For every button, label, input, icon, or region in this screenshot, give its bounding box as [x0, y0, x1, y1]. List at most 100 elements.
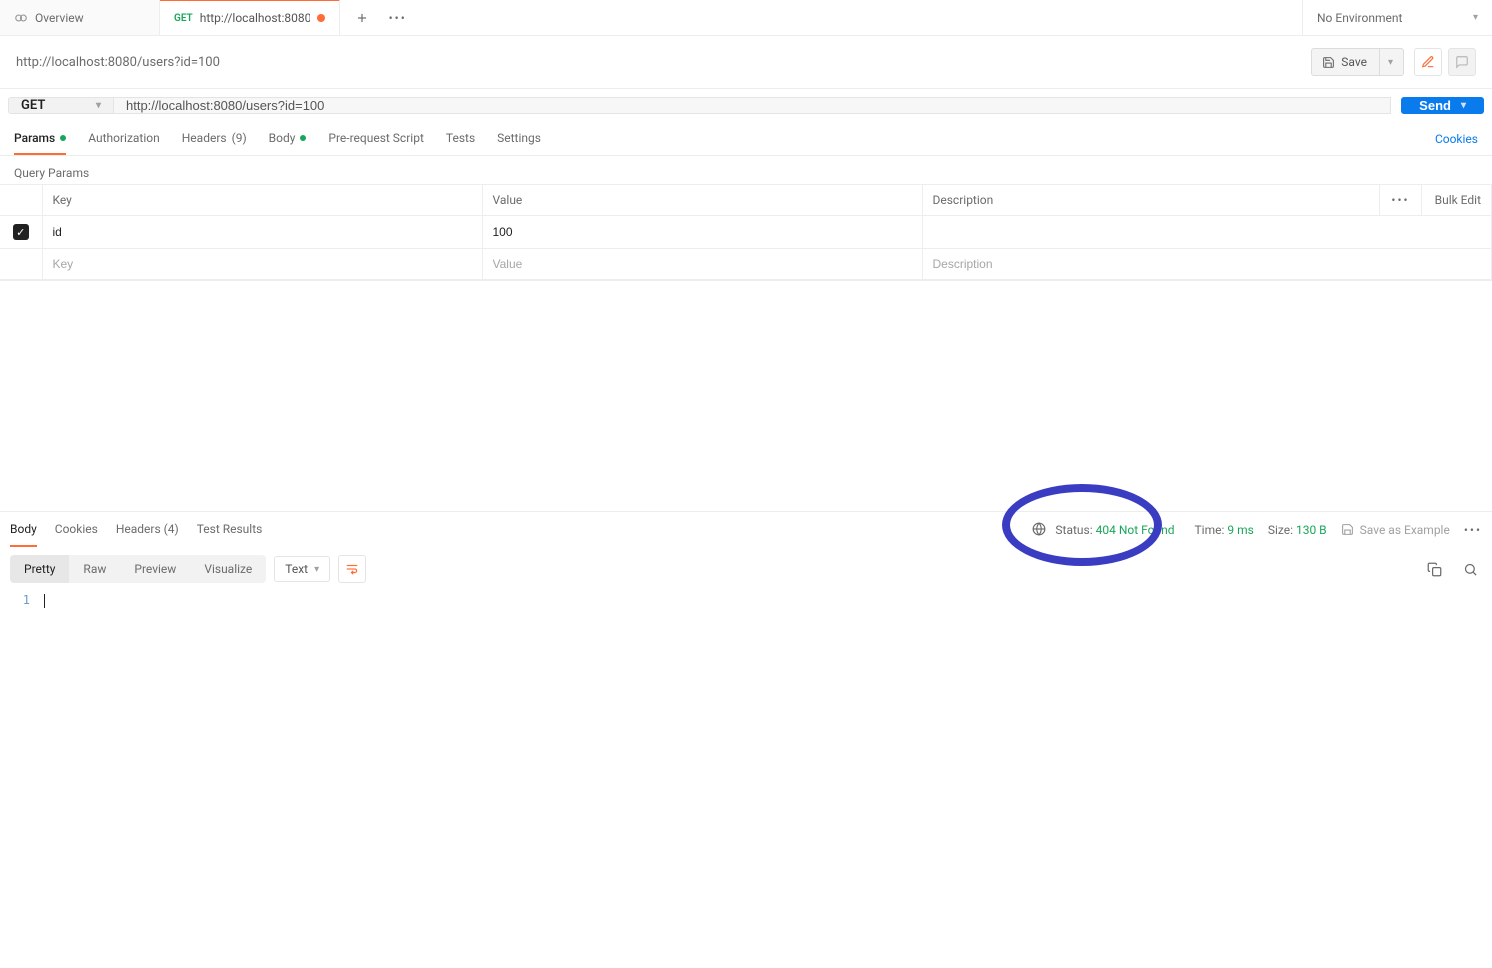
- method-label: GET: [21, 98, 45, 113]
- environment-selector[interactable]: No Environment ▾: [1302, 0, 1492, 35]
- top-tab-bar: Overview GET http://localhost:8080/u •••…: [0, 0, 1492, 36]
- language-selector[interactable]: Text ▾: [274, 556, 330, 582]
- tab-request-label: http://localhost:8080/u: [200, 11, 310, 25]
- response-overflow-button[interactable]: •••: [1464, 523, 1482, 537]
- resp-tab-headers[interactable]: Headers (4): [116, 512, 179, 547]
- resp-tab-testresults[interactable]: Test Results: [197, 512, 263, 547]
- tab-authorization[interactable]: Authorization: [88, 122, 160, 155]
- more-icon: •••: [1391, 193, 1409, 207]
- globe-icon: [1032, 522, 1049, 538]
- time-label: Time:: [1195, 523, 1225, 537]
- tab-method-badge: GET: [174, 13, 193, 24]
- url-input[interactable]: [113, 97, 1391, 114]
- resp-tab-cookies[interactable]: Cookies: [55, 512, 98, 547]
- row-checkbox[interactable]: ✓: [13, 224, 29, 240]
- save-dropdown[interactable]: ▾: [1379, 49, 1393, 75]
- col-options[interactable]: •••: [1380, 185, 1422, 216]
- wrap-lines-button[interactable]: [338, 555, 366, 583]
- chevron-down-icon: ▾: [1461, 100, 1466, 111]
- copy-button[interactable]: [1422, 557, 1446, 581]
- resp-tab-body[interactable]: Body: [10, 512, 37, 547]
- param-value-input[interactable]: [493, 257, 912, 271]
- params-table: Key Value Description ••• Bulk Edit ✓: [0, 184, 1492, 280]
- status-value[interactable]: 404 Not Found: [1096, 523, 1175, 537]
- line-gutter: 1: [0, 591, 40, 608]
- save-icon: [1322, 56, 1335, 69]
- tab-settings[interactable]: Settings: [497, 122, 541, 155]
- edit-button[interactable]: [1414, 48, 1442, 76]
- param-value-input[interactable]: [493, 225, 912, 239]
- text-cursor: [44, 594, 45, 608]
- wrap-icon: [345, 562, 359, 576]
- request-title-row: http://localhost:8080/users?id=100 Save …: [0, 36, 1492, 89]
- col-checkbox: [0, 185, 42, 216]
- active-dot-icon: [60, 135, 66, 141]
- col-description: Description: [922, 185, 1380, 216]
- save-example-label: Save as Example: [1360, 523, 1450, 537]
- resp-tab-headers-label: Headers: [116, 522, 161, 536]
- param-key-input[interactable]: [53, 225, 472, 239]
- query-params-label: Query Params: [0, 156, 1492, 184]
- tab-overview[interactable]: Overview: [0, 0, 160, 35]
- tab-request[interactable]: GET http://localhost:8080/u: [160, 0, 340, 35]
- view-visualize[interactable]: Visualize: [190, 555, 266, 583]
- chevron-down-icon: ▾: [96, 100, 101, 111]
- tab-body-label: Body: [269, 131, 296, 145]
- chevron-down-icon: ▾: [1388, 57, 1393, 68]
- param-key-input[interactable]: [53, 257, 472, 271]
- comments-button[interactable]: [1448, 48, 1476, 76]
- save-button[interactable]: Save ▾: [1311, 48, 1404, 76]
- time-value[interactable]: 9 ms: [1227, 523, 1253, 537]
- comment-icon: [1455, 55, 1469, 69]
- overview-icon: [14, 11, 28, 25]
- table-row-empty: [0, 249, 1492, 280]
- response-bar: Body Cookies Headers (4) Test Results St…: [0, 511, 1492, 547]
- url-row: GET ▾ Send ▾: [0, 89, 1492, 122]
- new-tab-button[interactable]: [350, 6, 374, 30]
- cookies-link[interactable]: Cookies: [1435, 132, 1478, 146]
- tab-body[interactable]: Body: [269, 122, 307, 155]
- resp-tab-cookies-label: Cookies: [55, 522, 98, 536]
- resp-tab-testresults-label: Test Results: [197, 522, 263, 536]
- tab-tests[interactable]: Tests: [446, 122, 475, 155]
- param-desc-input[interactable]: [933, 225, 1482, 239]
- pencil-icon: [1421, 55, 1435, 69]
- resp-tab-headers-count: (4): [164, 522, 179, 536]
- save-icon: [1341, 523, 1354, 536]
- tab-params-label: Params: [14, 131, 55, 145]
- method-selector[interactable]: GET ▾: [8, 97, 113, 114]
- size-label: Size:: [1268, 523, 1293, 537]
- unsaved-dot-icon: [317, 14, 325, 22]
- code-content[interactable]: [40, 591, 1492, 608]
- col-value: Value: [482, 185, 922, 216]
- tab-tests-label: Tests: [446, 131, 475, 145]
- language-label: Text: [285, 562, 308, 576]
- view-preview[interactable]: Preview: [120, 555, 190, 583]
- save-as-example-button[interactable]: Save as Example: [1341, 523, 1450, 537]
- param-desc-input[interactable]: [933, 257, 1482, 271]
- send-button[interactable]: Send ▾: [1401, 97, 1484, 114]
- tab-settings-label: Settings: [497, 131, 541, 145]
- search-response-button[interactable]: [1458, 557, 1482, 581]
- tab-prerequest[interactable]: Pre-request Script: [328, 122, 423, 155]
- tab-params[interactable]: Params: [14, 122, 66, 155]
- tab-headers-count: (9): [232, 131, 247, 145]
- tab-actions: •••: [340, 0, 420, 35]
- size-value[interactable]: 130 B: [1296, 523, 1327, 537]
- view-raw[interactable]: Raw: [69, 555, 120, 583]
- tab-headers[interactable]: Headers (9): [182, 122, 247, 155]
- tab-overflow-button[interactable]: •••: [386, 6, 410, 30]
- tab-prerequest-label: Pre-request Script: [328, 131, 423, 145]
- format-bar: Pretty Raw Preview Visualize Text ▾: [0, 547, 1492, 591]
- request-tabs: Params Authorization Headers (9) Body Pr…: [0, 122, 1492, 156]
- response-body[interactable]: 1: [0, 591, 1492, 608]
- tab-overview-label: Overview: [35, 11, 84, 25]
- col-key: Key: [42, 185, 482, 216]
- view-mode-segment: Pretty Raw Preview Visualize: [10, 555, 266, 583]
- bulk-edit-link[interactable]: Bulk Edit: [1422, 185, 1492, 216]
- send-button-label: Send: [1419, 98, 1451, 113]
- view-pretty[interactable]: Pretty: [10, 555, 69, 583]
- tab-headers-label: Headers: [182, 131, 227, 145]
- request-title: http://localhost:8080/users?id=100: [16, 55, 220, 70]
- tab-auth-label: Authorization: [88, 131, 160, 145]
